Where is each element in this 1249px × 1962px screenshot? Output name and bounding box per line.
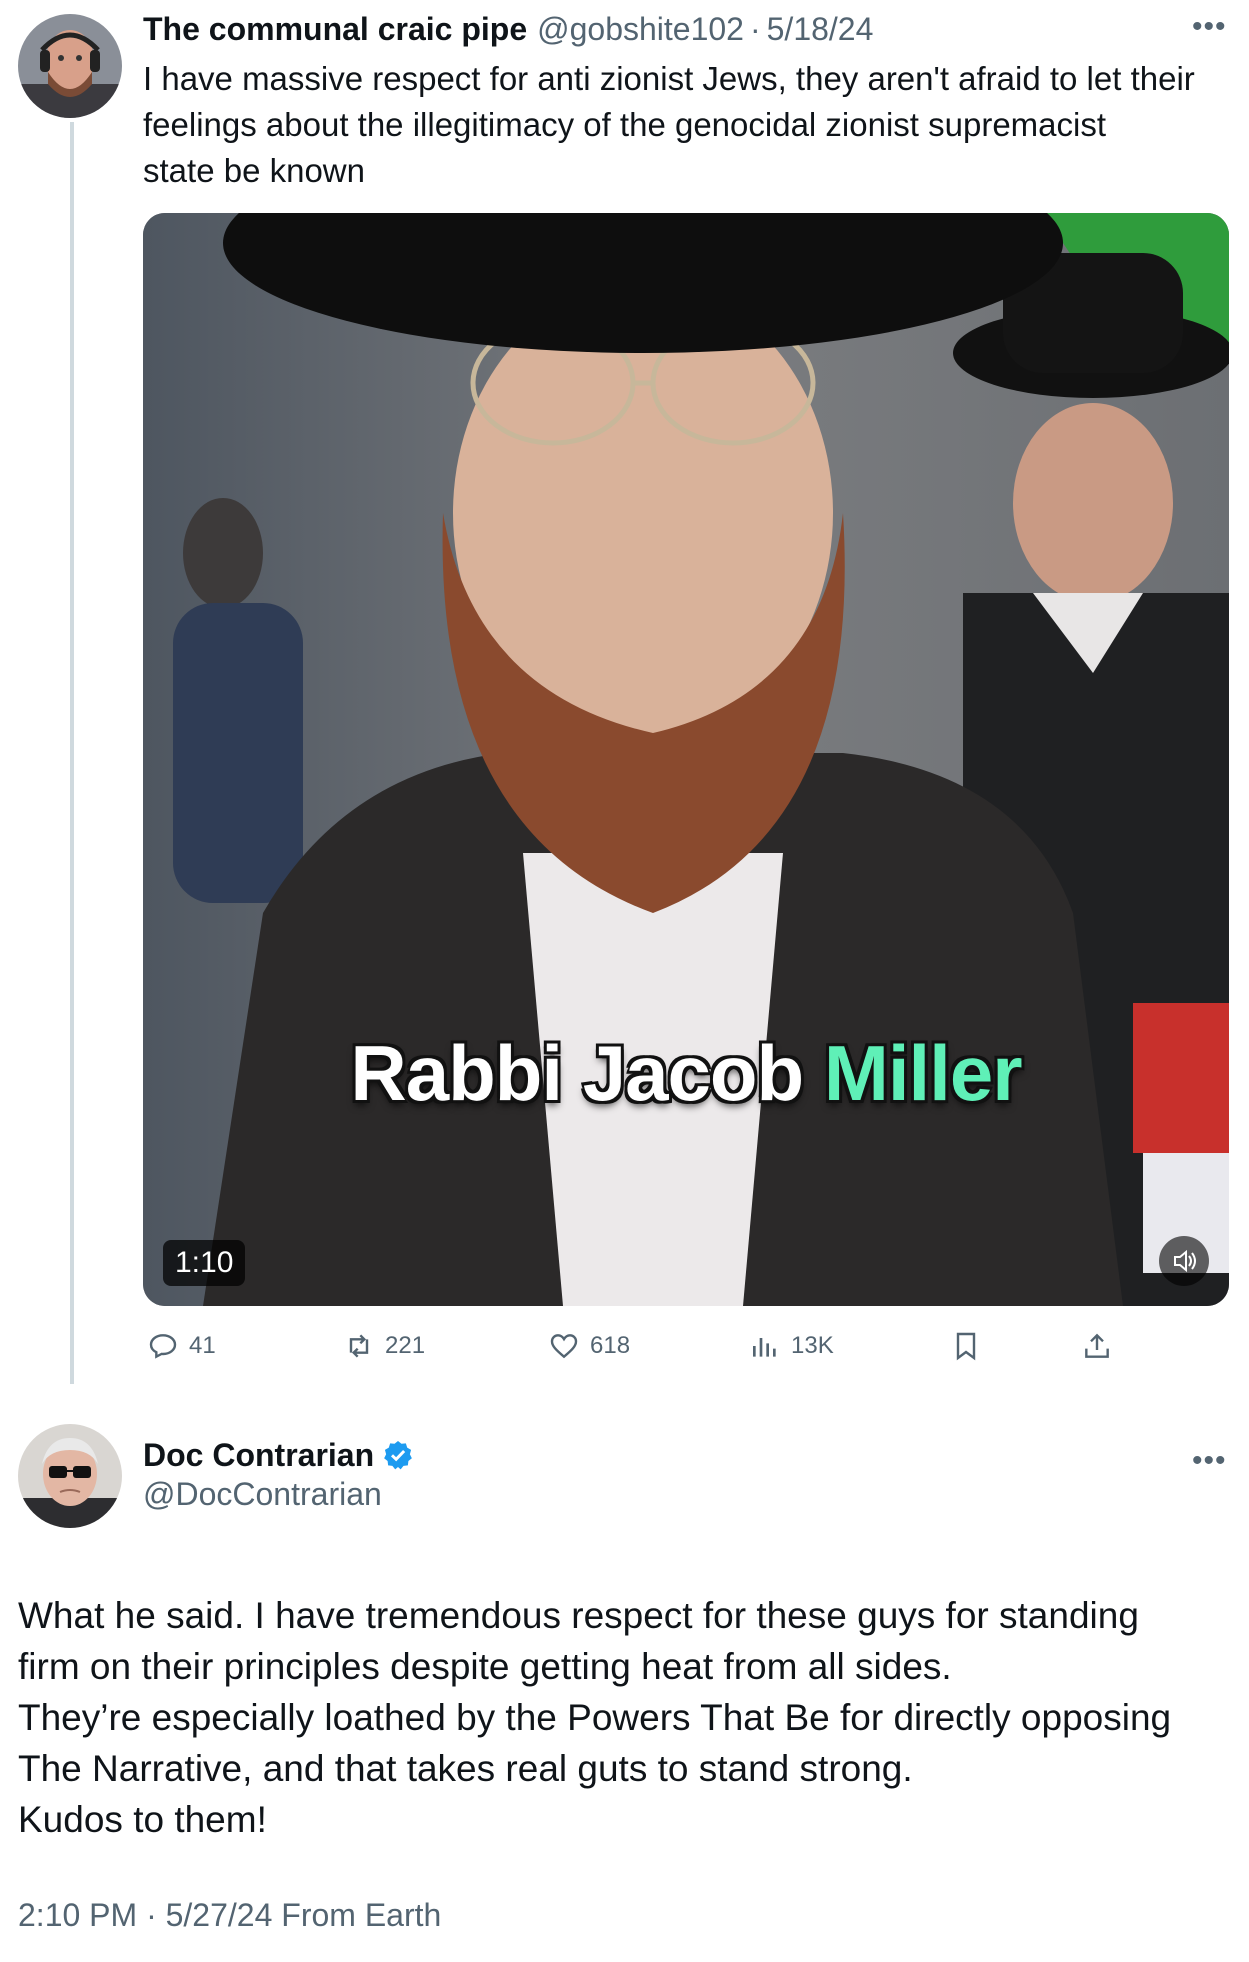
- like-button[interactable]: 618: [548, 1322, 630, 1370]
- tweet-text: What he said. I have tremendous respect …: [18, 1590, 1238, 1845]
- author-handle[interactable]: @DocContrarian: [143, 1476, 382, 1513]
- like-count: 618: [590, 1332, 631, 1359]
- separator: ·: [749, 10, 761, 47]
- tweet-text-line: The Narrative, and that takes real guts …: [18, 1748, 913, 1789]
- verified-badge-icon: [382, 1439, 414, 1471]
- tweet-text: I have massive respect for anti zionist …: [143, 56, 1233, 194]
- bookmark-icon: [956, 1332, 976, 1361]
- tweet-timestamp[interactable]: 2:10 PM · 5/27/24 From Earth: [18, 1897, 441, 1934]
- share-icon: [1085, 1333, 1109, 1358]
- tweet-text-line: Kudos to them!: [18, 1799, 267, 1840]
- repost-button[interactable]: 221: [343, 1322, 425, 1370]
- share-button[interactable]: [1081, 1322, 1123, 1370]
- tweet-text-line: They’re especially loathed by the Powers…: [18, 1697, 1172, 1738]
- caption-name: Rabbi Jacob: [350, 1029, 824, 1117]
- author-avatar-2[interactable]: [18, 1424, 122, 1528]
- thread-line: [70, 122, 74, 1384]
- bookmark-button[interactable]: [950, 1322, 992, 1370]
- video-duration: 1:10: [163, 1240, 246, 1286]
- more-icon[interactable]: •••: [1192, 1444, 1227, 1478]
- views-icon: [753, 1338, 776, 1357]
- author-name[interactable]: The communal craic pipe: [143, 11, 527, 48]
- view-count: 13K: [791, 1332, 834, 1359]
- reply-icon: [149, 1334, 177, 1359]
- repost-count: 221: [385, 1332, 426, 1359]
- caption-surname: Miller: [823, 1029, 1023, 1117]
- author-name[interactable]: Doc Contrarian: [143, 1437, 374, 1474]
- author-handle[interactable]: @gobshite102: [537, 11, 744, 48]
- tweet-text-line: I have massive respect for anti zionist …: [143, 60, 1195, 97]
- more-icon[interactable]: •••: [1192, 10, 1227, 44]
- reply-count: 41: [189, 1332, 216, 1359]
- tweet-text-line: What he said. I have tremendous respect …: [18, 1595, 1139, 1636]
- tweet-date[interactable]: 5/18/24: [767, 11, 874, 48]
- tweet-actions: 41 221 618 13K: [143, 1322, 1229, 1370]
- tweet-text-line: firm on their principles despite getting…: [18, 1646, 952, 1687]
- author-avatar-1[interactable]: [18, 14, 122, 118]
- volume-icon[interactable]: [1159, 1236, 1209, 1286]
- video-caption: Rabbi Jacob Miller: [143, 1028, 1229, 1119]
- heart-icon: [550, 1334, 578, 1359]
- repost-icon: [349, 1334, 369, 1358]
- video-frame: [143, 213, 1229, 1306]
- views-button[interactable]: 13K: [749, 1322, 834, 1370]
- tweet-text-line: feelings about the illegitimacy of the g…: [143, 106, 1107, 143]
- reply-button[interactable]: 41: [147, 1322, 216, 1370]
- video-player[interactable]: Rabbi Jacob Miller 1:10: [143, 213, 1229, 1306]
- tweet-text-line: state be known: [143, 152, 365, 189]
